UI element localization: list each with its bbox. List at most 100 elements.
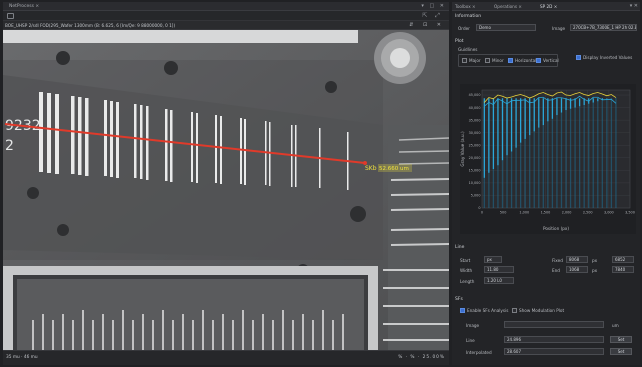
information-header: Information — [455, 14, 482, 19]
fixed-field[interactable]: 8068 — [566, 256, 588, 263]
y-tick-label: 30,000 — [469, 131, 481, 135]
x-tick-label: 2,500 — [583, 211, 593, 215]
viewer-tab[interactable]: NetProcess × — [6, 3, 42, 10]
printed-digits-2: 2 — [5, 138, 14, 154]
profile-bar-fill — [592, 102, 594, 208]
profile-bar — [524, 98, 526, 139]
profile-bar-fill — [583, 105, 585, 208]
y-tick-label: 20,000 — [469, 156, 481, 160]
y-tick-label: 35,000 — [469, 118, 481, 122]
profile-bar-fill — [497, 165, 499, 208]
status-zoom[interactable]: % · % · 25.00% — [398, 355, 445, 360]
profile-bar-fill — [533, 131, 535, 208]
horizontal-checkbox[interactable] — [508, 58, 513, 63]
sfs-interpolated-set-button[interactable]: Set — [610, 348, 632, 355]
profile-bar — [533, 98, 535, 132]
profile-bar-fill — [529, 135, 531, 208]
profile-bar-fill — [524, 138, 526, 208]
profile-bar-fill — [515, 147, 517, 208]
profile-chart[interactable]: 0 5,000 10,000 15,000 20,000 25,000 30,000 35,0… — [460, 84, 636, 234]
show-modulation-checkbox[interactable] — [512, 308, 517, 313]
sfs-interpolated-label: Interpolated — [466, 350, 492, 355]
vertical-checkbox[interactable] — [536, 58, 541, 63]
sfs-line-field[interactable]: 24.896 — [504, 336, 604, 343]
width-field[interactable]: 11.80 — [484, 266, 514, 273]
profile-bar-fill — [538, 127, 540, 208]
show-modulation-label: Show Modulation Plot — [519, 308, 565, 313]
profile-bar — [529, 98, 531, 136]
profile-bar — [506, 98, 508, 156]
toolbar-controls[interactable]: ⇱ ⤢ — [422, 12, 443, 20]
image-path: BOE_UHSP 2/sdl FOD(295_Wafer 1300mm (B: … — [5, 23, 176, 28]
profile-bar-fill — [601, 100, 603, 208]
profile-bar — [560, 98, 563, 113]
x-axis-label: Position (px) — [543, 226, 569, 231]
x-tick-label: 0 — [481, 211, 483, 215]
right-window-controls[interactable]: ▾ ✕ — [630, 3, 638, 9]
y-tick-label: 15,000 — [469, 169, 481, 173]
profile-bar-fill — [556, 115, 558, 208]
path-bar-controls[interactable]: ⇵ ⊡ ✕ — [409, 22, 445, 28]
analysis-panel: Toolbox × Operations × SP 2D × ▾ ✕ Infor… — [452, 2, 640, 365]
profile-bar-fill — [565, 110, 567, 208]
x-tick-label: 1,000 — [519, 211, 529, 215]
vertical-label: Vertical — [543, 58, 559, 63]
profile-bar-fill — [569, 108, 572, 208]
length-field[interactable]: 1.20 L0 — [484, 277, 514, 284]
tab-toolbox[interactable]: Toolbox × — [455, 3, 476, 10]
sfs-line-label: Line — [466, 338, 475, 343]
minor-label: Minor — [492, 58, 504, 63]
profile-bar-fill — [551, 118, 554, 208]
profile-bar — [510, 98, 513, 152]
xray-image-view[interactable]: 9232 2 SKb 52.660 um — [3, 30, 449, 350]
sfs-line-set-button[interactable]: Set — [610, 336, 632, 343]
sfs-header: SFs — [455, 297, 463, 302]
profile-bar-fill — [519, 142, 522, 208]
display-inverted-checkbox[interactable] — [576, 55, 581, 60]
right-tab-bar: Toolbox × Operations × SP 2D × ▾ ✕ — [452, 2, 640, 11]
profile-bar — [492, 98, 495, 170]
enable-sfs-checkbox[interactable] — [460, 308, 465, 313]
x-tick-label: 500 — [500, 211, 506, 215]
major-label: Major — [469, 58, 481, 63]
viewer-toolbar: ⇱ ⤢ — [3, 11, 449, 21]
profile-bar-fill — [560, 112, 563, 208]
y-tick-label: 25,000 — [469, 143, 481, 147]
profile-bar-fill — [615, 97, 617, 208]
sfs-image-field[interactable] — [504, 321, 604, 328]
x-tick-label: 2,000 — [562, 211, 572, 215]
end-field[interactable]: 1068 — [566, 266, 588, 273]
image-viewer-panel: NetProcess × ▾ □ ✕ ⇱ ⤢ BOE_UHSP 2/sdl FO… — [3, 2, 449, 365]
width-label: Width — [460, 268, 473, 273]
sfs-image-label: Image — [466, 323, 480, 328]
profile-bar — [515, 98, 517, 148]
xray-image: 9232 2 SKb 52.660 um — [3, 30, 449, 350]
sfs-interpolated-field[interactable]: 28.607 — [504, 348, 604, 355]
tab-operations[interactable]: Operations × — [494, 3, 522, 10]
profile-bar-fill — [488, 172, 490, 208]
tab-sp-2d[interactable]: SP 2D × — [540, 3, 557, 10]
start-label: Start — [460, 258, 471, 263]
y-tick-label: 5,000 — [471, 194, 481, 198]
profile-bar — [497, 98, 499, 166]
profile-bar — [538, 98, 540, 128]
horizontal-label: Horizontal — [515, 58, 537, 63]
profile-bar — [606, 98, 608, 99]
order-field[interactable]: Demo — [476, 24, 536, 31]
start-field[interactable]: px — [484, 256, 502, 263]
profile-bar — [565, 98, 567, 111]
minor-checkbox[interactable] — [485, 58, 490, 63]
window-controls[interactable]: ▾ □ ✕ — [421, 3, 446, 9]
x-field-b[interactable]: 7840 — [612, 266, 634, 273]
x-field-a[interactable]: 6852 — [612, 256, 634, 263]
image-path-bar: BOE_UHSP 2/sdl FOD(295_Wafer 1300mm (B: … — [3, 21, 449, 30]
profile-bar-fill — [610, 98, 613, 208]
profile-bar — [556, 98, 558, 116]
major-checkbox[interactable] — [462, 58, 467, 63]
status-coordinates: 35 mu · 46 mu — [6, 355, 38, 360]
px-label-b: px — [592, 268, 598, 273]
y-tick-label: 45,000 — [469, 93, 481, 97]
layers-icon[interactable] — [7, 13, 14, 19]
image-field[interactable]: 270CB+7B_7300E_1 HP 2h 02.BE — [570, 24, 637, 31]
profile-bar-fill — [492, 169, 495, 208]
